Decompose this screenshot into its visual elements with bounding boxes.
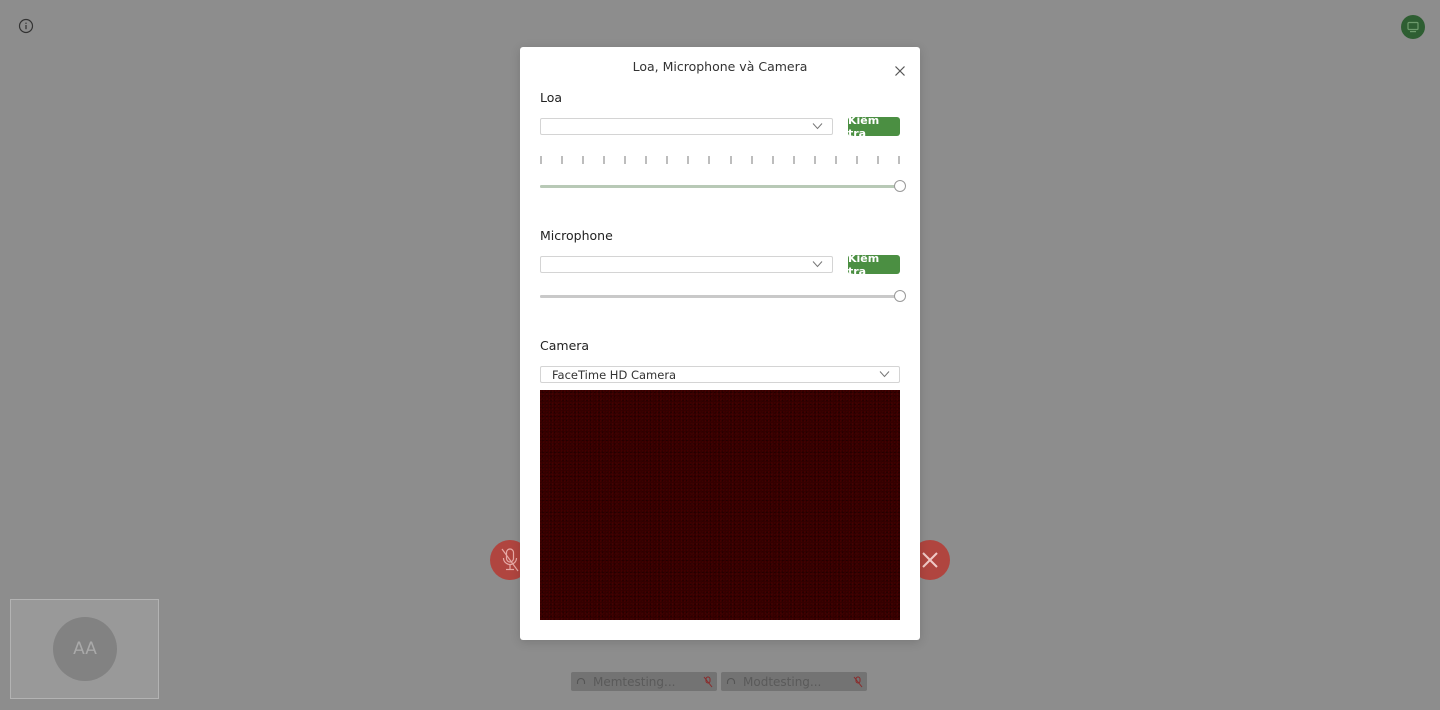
level-meter-tick (624, 156, 626, 164)
slider-fill (540, 185, 900, 188)
level-meter-tick (772, 156, 774, 164)
screen-share-icon (1407, 21, 1419, 33)
chevron-down-icon (812, 123, 823, 130)
level-meter-tick (751, 156, 753, 164)
participant-name: Modtesting... (743, 674, 822, 689)
slider-thumb[interactable] (894, 290, 906, 302)
microphone-volume-slider[interactable] (540, 290, 908, 302)
microphone-device-select[interactable] (540, 256, 833, 273)
slider-thumb[interactable] (894, 180, 906, 192)
level-meter-tick (540, 156, 542, 164)
mic-muted-icon (501, 548, 519, 572)
level-meter-tick (687, 156, 689, 164)
close-icon (922, 552, 938, 568)
level-meter-tick (877, 156, 879, 164)
microphone-test-button[interactable]: Kiểm tra (848, 252, 900, 278)
level-meter-tick (582, 156, 584, 164)
speaker-volume-slider[interactable] (540, 180, 908, 192)
mic-muted-icon (849, 676, 867, 688)
microphone-section-label: Microphone (540, 228, 613, 243)
participant-chip[interactable]: Memtesting... (571, 672, 717, 691)
screen-share-button[interactable] (1401, 15, 1425, 39)
level-meter-tick (730, 156, 732, 164)
level-meter-tick (708, 156, 710, 164)
participant-chip[interactable]: Modtesting... (721, 672, 867, 691)
headset-icon (721, 677, 741, 687)
camera-preview (540, 390, 900, 620)
camera-device-value: FaceTime HD Camera (552, 367, 677, 382)
participant-name: Memtesting... (593, 674, 676, 689)
mic-muted-icon (699, 676, 717, 688)
slider-fill (540, 295, 900, 298)
close-icon (895, 66, 905, 76)
level-meter-tick (856, 156, 858, 164)
speaker-test-button[interactable]: Kiểm tra (848, 114, 900, 140)
self-video-tile[interactable]: AA (10, 599, 159, 699)
info-icon (18, 18, 34, 34)
level-meter-tick (645, 156, 647, 164)
level-meter-tick (793, 156, 795, 164)
level-meter-tick (898, 156, 900, 164)
speaker-device-select[interactable] (540, 118, 833, 135)
level-meter-tick (666, 156, 668, 164)
chevron-down-icon (812, 261, 823, 268)
level-meter-tick (835, 156, 837, 164)
level-meter-tick (603, 156, 605, 164)
camera-section-label: Camera (540, 338, 590, 353)
close-dialog-button[interactable] (894, 62, 906, 76)
chevron-down-icon (879, 371, 890, 378)
avatar: AA (53, 617, 117, 681)
level-meter-tick (561, 156, 563, 164)
camera-device-select[interactable]: FaceTime HD Camera (540, 366, 900, 383)
level-meter-tick (814, 156, 816, 164)
device-settings-dialog: Loa, Microphone và Camera Loa Kiểm tra M… (520, 47, 920, 640)
speaker-level-meter (540, 156, 901, 165)
headset-icon (571, 677, 591, 687)
speaker-section-label: Loa (540, 90, 563, 105)
info-button[interactable] (18, 18, 34, 34)
dialog-title: Loa, Microphone và Camera (632, 59, 808, 74)
